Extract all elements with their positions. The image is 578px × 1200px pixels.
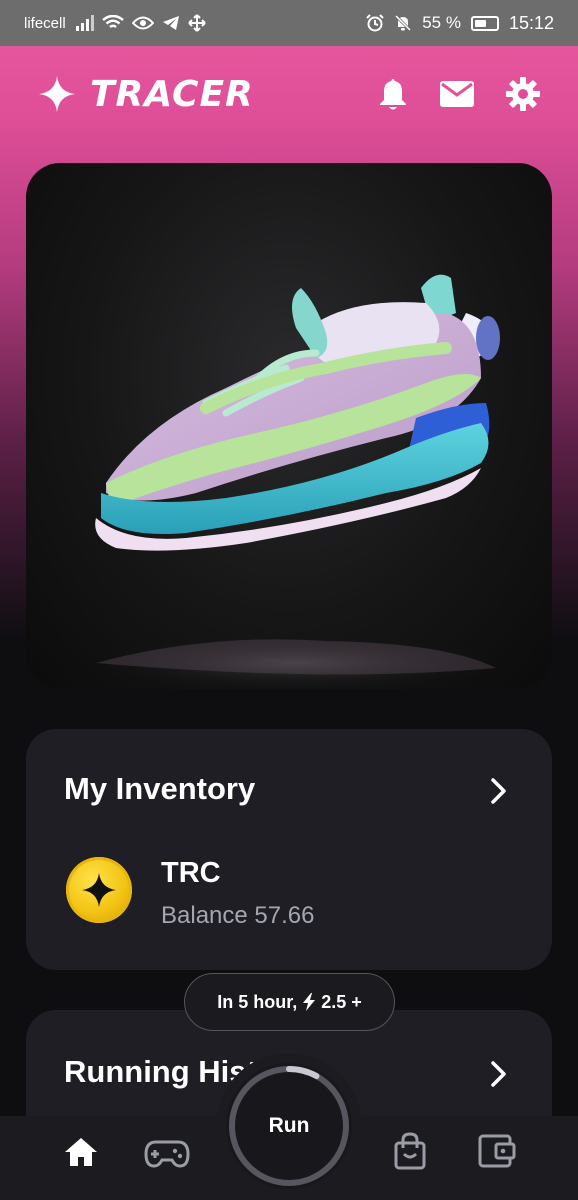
chevron-right-icon[interactable] bbox=[490, 777, 508, 805]
wifi-icon bbox=[101, 15, 124, 29]
clock: 15:12 bbox=[508, 12, 554, 33]
logo-text: TRACER bbox=[90, 73, 254, 115]
trc-coin-icon bbox=[66, 857, 132, 923]
chevron-right-icon[interactable] bbox=[490, 1060, 508, 1088]
status-icons-right: 55 % 15:12 bbox=[366, 13, 554, 34]
status-icons-left bbox=[75, 14, 206, 32]
eye-icon bbox=[131, 16, 154, 30]
move-icon bbox=[187, 14, 206, 32]
bell-icon[interactable] bbox=[378, 77, 408, 111]
wallet-icon[interactable] bbox=[478, 1134, 516, 1168]
signal-icon bbox=[75, 15, 94, 31]
header-actions bbox=[378, 77, 540, 111]
app-header: TRACER bbox=[0, 46, 578, 142]
token-symbol: TRC bbox=[161, 857, 221, 889]
battery-percent: 55 % bbox=[422, 13, 461, 32]
inventory-title: My Inventory bbox=[64, 771, 256, 806]
run-label: Run bbox=[268, 1114, 310, 1137]
run-button[interactable]: Run bbox=[226, 1063, 352, 1189]
tooltip-prefix: In 5 hour, bbox=[217, 991, 298, 1012]
token-balance: Balance 57.66 bbox=[161, 902, 315, 929]
gear-icon[interactable] bbox=[506, 77, 540, 111]
carrier-name: lifecell bbox=[24, 14, 66, 32]
sneaker-illustration bbox=[86, 274, 506, 689]
energy-refill-tooltip: In 5 hour, 2.5 + bbox=[184, 973, 395, 1031]
sparkle-logo-icon bbox=[38, 75, 76, 113]
shopping-bag-icon[interactable] bbox=[393, 1132, 427, 1170]
lightning-icon bbox=[303, 993, 316, 1011]
status-bar: lifecell 55 % 15:12 bbox=[0, 0, 578, 46]
home-icon[interactable] bbox=[64, 1136, 98, 1168]
sneaker-showcase-image[interactable] bbox=[26, 163, 552, 689]
tooltip-value: 2.5 + bbox=[321, 991, 362, 1012]
mail-icon[interactable] bbox=[440, 81, 474, 107]
mute-bell-icon bbox=[395, 14, 412, 32]
telegram-icon bbox=[162, 16, 179, 30]
battery-icon bbox=[470, 15, 499, 31]
gamepad-icon[interactable] bbox=[144, 1140, 190, 1168]
inventory-card[interactable]: My Inventory TRC Balance 57.66 bbox=[26, 729, 552, 970]
app-logo: TRACER bbox=[38, 74, 254, 115]
alarm-icon bbox=[366, 14, 384, 32]
